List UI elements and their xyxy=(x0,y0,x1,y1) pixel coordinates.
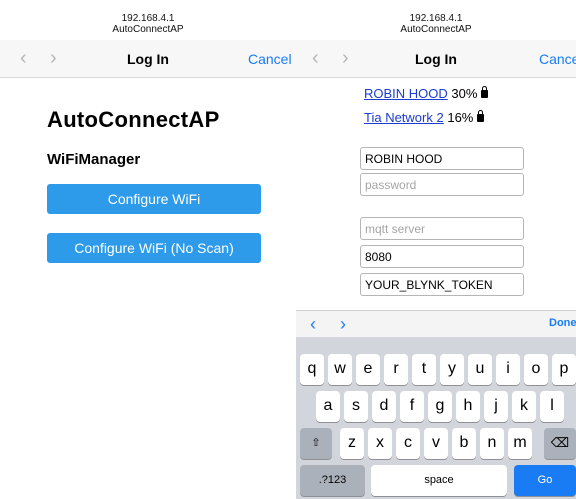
key-w[interactable]: w xyxy=(328,354,352,385)
key-p[interactable]: p xyxy=(552,354,576,385)
address-bar[interactable]: 192.168.4.1 AutoConnectAP xyxy=(296,13,576,35)
cancel-button[interactable]: Cancel xyxy=(248,51,292,67)
key-z[interactable]: z xyxy=(340,428,364,459)
key-y[interactable]: y xyxy=(440,354,464,385)
key-k[interactable]: k xyxy=(512,391,536,422)
password-input[interactable]: password xyxy=(360,173,524,196)
shift-arrow-icon[interactable]: ⇧ xyxy=(300,428,332,459)
nav-bar: ‹ › Log In Cancel xyxy=(0,40,296,78)
key-l[interactable]: l xyxy=(540,391,564,422)
mqtt-server-input[interactable]: mqtt server xyxy=(360,217,524,240)
signal-strength: 16% xyxy=(447,110,474,125)
key-c[interactable]: c xyxy=(396,428,420,459)
done-button[interactable]: Done xyxy=(549,317,576,329)
key-e[interactable]: e xyxy=(356,354,380,385)
blynk-token-input[interactable]: YOUR_BLYNK_TOKEN xyxy=(360,273,524,296)
address-text: 192.168.4.1 xyxy=(121,13,175,24)
port-input[interactable]: 8080 xyxy=(360,245,524,268)
cancel-button[interactable]: Cance xyxy=(539,51,576,67)
key-j[interactable]: j xyxy=(484,391,508,422)
wifimanager-subheading: WiFiManager xyxy=(47,151,141,168)
key-f[interactable]: f xyxy=(400,391,424,422)
address-bar[interactable]: 192.168.4.1 AutoConnectAP xyxy=(0,13,296,35)
key-x[interactable]: x xyxy=(368,428,392,459)
lock-icon xyxy=(477,110,485,122)
key-o[interactable]: o xyxy=(524,354,548,385)
key-v[interactable]: v xyxy=(424,428,448,459)
configure-wifi-no-scan-button[interactable]: Configure WiFi (No Scan) xyxy=(47,233,261,263)
network-link[interactable]: ROBIN HOOD xyxy=(364,86,448,101)
network-item: Tia Network 2 16% xyxy=(364,110,485,125)
right-browser-pane: 192.168.4.1 AutoConnectAP ‹ › Log In Can… xyxy=(296,0,576,499)
key-q[interactable]: q xyxy=(300,354,324,385)
keyboard: ⇧ ⌫ .?123 space Go qwertyuiop asdfghjkl zx… xyxy=(296,337,576,499)
key-h[interactable]: h xyxy=(456,391,480,422)
key-u[interactable]: u xyxy=(468,354,492,385)
network-item: ROBIN HOOD 30% xyxy=(364,86,489,101)
key-i[interactable]: i xyxy=(496,354,520,385)
backspace-icon[interactable]: ⌫ xyxy=(544,428,576,459)
key-a[interactable]: a xyxy=(316,391,340,422)
lock-icon xyxy=(481,86,489,98)
key-m[interactable]: m xyxy=(508,428,532,459)
next-field-icon[interactable]: › xyxy=(340,314,346,335)
key-d[interactable]: d xyxy=(372,391,396,422)
site-name: AutoConnectAP xyxy=(400,24,472,35)
ssid-input[interactable]: ROBIN HOOD xyxy=(360,147,524,170)
previous-field-icon[interactable]: ‹ xyxy=(310,314,316,335)
key-s[interactable]: s xyxy=(344,391,368,422)
page-title: Log In xyxy=(415,51,457,67)
ap-heading: AutoConnectAP xyxy=(47,107,220,132)
key-r[interactable]: r xyxy=(384,354,408,385)
site-name: AutoConnectAP xyxy=(112,24,184,35)
key-g[interactable]: g xyxy=(428,391,452,422)
signal-strength: 30% xyxy=(451,86,478,101)
configure-wifi-button[interactable]: Configure WiFi xyxy=(47,184,261,214)
go-key[interactable]: Go xyxy=(514,465,576,496)
nav-bar: ‹ › Log In Cance xyxy=(296,40,576,78)
key-t[interactable]: t xyxy=(412,354,436,385)
numbers-key[interactable]: .?123 xyxy=(300,465,365,496)
key-b[interactable]: b xyxy=(452,428,476,459)
network-link[interactable]: Tia Network 2 xyxy=(364,110,444,125)
keyboard-accessory-bar: ‹ › Done xyxy=(296,310,576,337)
key-n[interactable]: n xyxy=(480,428,504,459)
left-browser-pane: 192.168.4.1 AutoConnectAP ‹ › Log In Can… xyxy=(0,0,296,499)
address-text: 192.168.4.1 xyxy=(409,13,463,24)
space-key[interactable]: space xyxy=(371,465,507,496)
